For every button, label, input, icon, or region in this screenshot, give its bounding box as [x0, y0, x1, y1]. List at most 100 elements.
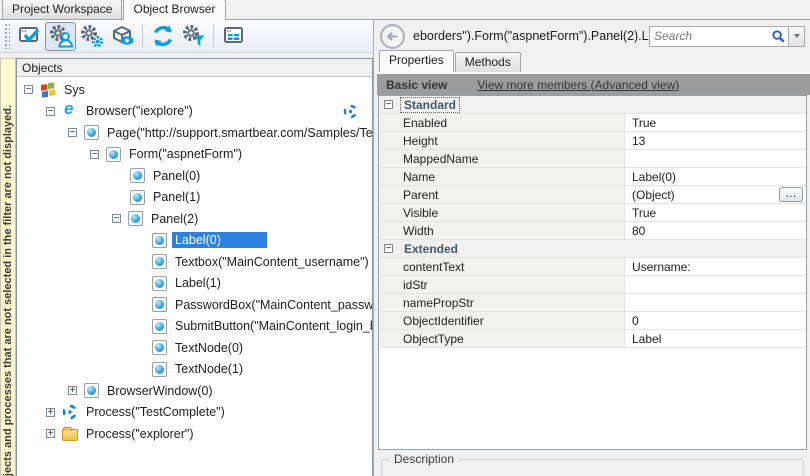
- toolbar-grip-handle[interactable]: [4, 23, 10, 49]
- tree-node[interactable]: + Process("explorer"): [17, 423, 372, 445]
- web-object-icon: [152, 233, 167, 248]
- tree-node-label: Process("explorer"): [83, 426, 197, 442]
- advanced-view-link[interactable]: View more members (Advanced view): [477, 78, 679, 92]
- tree-node[interactable]: −Browser("iexplore"): [17, 101, 372, 123]
- web-object-icon: [152, 276, 167, 291]
- property-value: [625, 150, 806, 167]
- property-value: 80: [625, 222, 806, 239]
- web-object-icon: [128, 211, 143, 226]
- tree-node[interactable]: − Page("http://support.smartbear.com/Samp…: [17, 122, 372, 144]
- property-row[interactable]: NameLabel(0): [379, 168, 806, 186]
- property-row[interactable]: VisibleTrue: [379, 204, 806, 222]
- gear-gear-button[interactable]: [76, 22, 107, 51]
- tree-node-label: Panel(2): [148, 211, 201, 227]
- collapse-box-icon[interactable]: −: [46, 107, 55, 116]
- web-object-icon: [152, 254, 167, 269]
- web-object-icon: [130, 168, 145, 183]
- window-grid-icon: [221, 23, 247, 49]
- toolbar: [0, 20, 373, 53]
- collapse-box-icon[interactable]: −: [112, 214, 121, 223]
- search-options-dropdown[interactable]: [789, 26, 805, 47]
- tree-node-label: TextNode(0): [172, 340, 246, 356]
- collapse-box-icon[interactable]: −: [384, 100, 393, 109]
- tree-node[interactable]: +Process("TestComplete"): [17, 402, 372, 424]
- property-row[interactable]: MappedName: [379, 150, 806, 168]
- tree-node[interactable]: Panel(0): [17, 165, 372, 187]
- toolbar-separator: [213, 24, 214, 48]
- objects-header: Objects: [17, 59, 372, 77]
- property-row[interactable]: Height13: [379, 132, 806, 150]
- property-row[interactable]: ObjectIdentifier0: [379, 312, 806, 330]
- panel-check-button[interactable]: [14, 22, 45, 51]
- property-name: ObjectIdentifier: [379, 312, 625, 329]
- search-input[interactable]: [654, 29, 771, 43]
- web-object-icon: [152, 297, 167, 312]
- tab-properties[interactable]: Properties: [379, 50, 454, 72]
- property-row[interactable]: ObjectTypeLabel: [379, 330, 806, 348]
- refresh-icon: [150, 23, 176, 49]
- tree-node-label: Label(0): [172, 232, 267, 248]
- property-name: ObjectType: [379, 330, 625, 347]
- tree-node[interactable]: − Panel(2): [17, 208, 372, 230]
- expand-box-icon[interactable]: +: [46, 408, 55, 417]
- tree-node[interactable]: Label(0): [17, 230, 372, 252]
- member-tabs: Properties Methods: [377, 52, 810, 74]
- tab-object-browser[interactable]: Object Browser: [123, 0, 225, 20]
- tree-node-label: SubmitButton("MainContent_login_button"): [172, 318, 372, 334]
- gear-user-button[interactable]: [45, 22, 76, 51]
- property-row[interactable]: Parent(Object)…: [379, 186, 806, 204]
- tree-node-label: Page("http://support.smartbear.com/Sampl…: [104, 125, 372, 141]
- window-grid-button[interactable]: [218, 22, 249, 51]
- left-pane: jects and processes that are not selecte…: [0, 20, 374, 476]
- tree-node[interactable]: SubmitButton("MainContent_login_button"): [17, 316, 372, 338]
- property-row[interactable]: EnabledTrue: [379, 114, 806, 132]
- tree-node[interactable]: Panel(1): [17, 187, 372, 209]
- tree-node-label: Label(1): [172, 275, 224, 291]
- collapse-box-icon[interactable]: −: [90, 150, 99, 159]
- testcomplete-logo-icon: [62, 404, 78, 420]
- tab-methods[interactable]: Methods: [455, 52, 521, 72]
- property-row[interactable]: idStr: [379, 276, 806, 294]
- cube-eye-icon: [110, 23, 136, 49]
- tree-node[interactable]: +BrowserWindow(0): [17, 380, 372, 402]
- collapse-box-icon[interactable]: −: [68, 128, 77, 137]
- tree-node[interactable]: TextNode(1): [17, 359, 372, 381]
- property-row[interactable]: Width80: [379, 222, 806, 240]
- tab-project-workspace[interactable]: Project Workspace: [2, 0, 122, 19]
- main-tabbar: Project Workspace Object Browser: [0, 0, 810, 20]
- collapse-box-icon[interactable]: −: [384, 244, 393, 253]
- tree-node[interactable]: Label(1): [17, 273, 372, 295]
- property-row[interactable]: contentTextUsername:: [379, 258, 806, 276]
- tree-node[interactable]: PasswordBox("MainContent_password"): [17, 294, 372, 316]
- description-groupbox: Description: [381, 452, 804, 476]
- expand-box-icon[interactable]: +: [46, 429, 55, 438]
- ellipsis-button[interactable]: …: [779, 187, 803, 202]
- object-tree-panel: Objects −Sys−Browser("iexplore")−Page("h…: [16, 58, 373, 476]
- tree-node[interactable]: −Sys: [17, 79, 372, 101]
- tree-node[interactable]: Textbox("MainContent_username"): [17, 251, 372, 273]
- search-icon: [771, 29, 786, 44]
- view-mode-bar: Basic view View more members (Advanced v…: [377, 74, 810, 95]
- collapse-box-icon[interactable]: −: [24, 85, 33, 94]
- web-object-icon: [84, 125, 99, 140]
- property-value: True: [625, 114, 806, 131]
- web-object-icon: [84, 383, 99, 398]
- tree-node[interactable]: −Form("aspnetForm"): [17, 144, 372, 166]
- tree-node-label: TextNode(1): [172, 361, 246, 377]
- breadcrumb-bar: eborders").Form("aspnetForm").Panel(2).L…: [377, 20, 810, 52]
- property-value: (Object)…: [625, 186, 806, 203]
- gear-filter-icon: [181, 23, 207, 49]
- expand-box-icon[interactable]: +: [68, 386, 77, 395]
- ie-logo-icon: [62, 103, 78, 119]
- back-button[interactable]: [379, 23, 406, 50]
- refresh-button[interactable]: [147, 22, 178, 51]
- property-value: Label(0): [625, 168, 806, 185]
- cube-eye-button[interactable]: [107, 22, 138, 51]
- property-section-header[interactable]: −Standard: [379, 96, 806, 114]
- gear-gear-icon: [79, 23, 105, 49]
- property-section-header[interactable]: −Extended: [379, 240, 806, 258]
- tree-node[interactable]: TextNode(0): [17, 337, 372, 359]
- gear-filter-button[interactable]: [178, 22, 209, 51]
- property-name: Height: [379, 132, 625, 149]
- property-row[interactable]: namePropStr: [379, 294, 806, 312]
